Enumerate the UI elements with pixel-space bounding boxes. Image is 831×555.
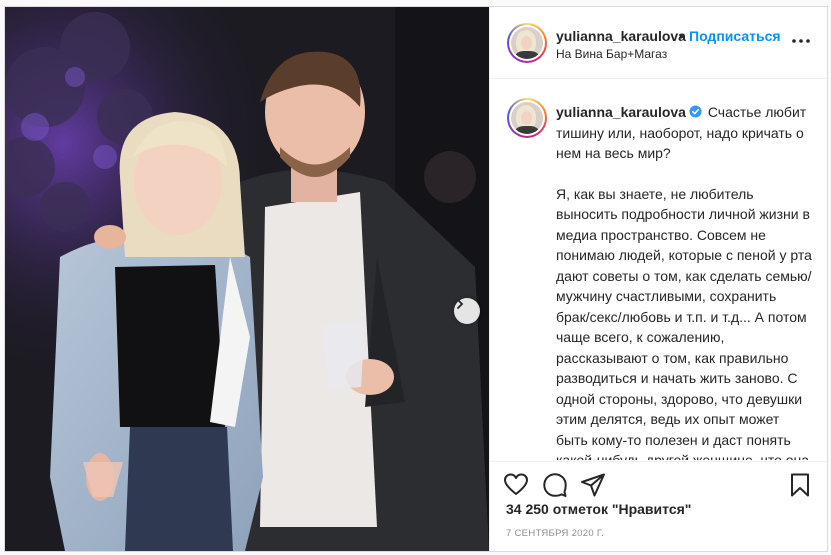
like-heart-icon[interactable] [503, 472, 529, 498]
caption-text: yulianna_karaulova Счастье любит тишину … [556, 102, 812, 460]
verified-badge-icon [689, 105, 702, 118]
more-options-icon[interactable] [790, 31, 812, 51]
save-bookmark-icon[interactable] [787, 472, 813, 498]
chevron-right-icon [457, 299, 464, 309]
post-container: yulianna_karaulova • Подписаться На Вина… [4, 6, 828, 552]
author-avatar[interactable] [507, 23, 547, 63]
share-paper-plane-icon[interactable] [580, 472, 606, 498]
author-username[interactable]: yulianna_karaulova [556, 28, 686, 44]
carousel-next-button[interactable] [454, 298, 480, 324]
caption-author-avatar[interactable] [507, 98, 547, 138]
caption-username[interactable]: yulianna_karaulova [556, 104, 686, 120]
post-photo[interactable] [5, 7, 489, 551]
location-link[interactable]: На Вина Бар+Магаз [556, 47, 667, 61]
post-header: yulianna_karaulova • Подписаться На Вина… [490, 7, 827, 79]
post-side-panel: yulianna_karaulova • Подписаться На Вина… [489, 7, 827, 551]
post-date[interactable]: 7 СЕНТЯБРЯ 2020 Г. [506, 528, 604, 539]
caption-scroll-area[interactable]: yulianna_karaulova Счастье любит тишину … [490, 80, 827, 460]
likes-count[interactable]: 34 250 отметок "Нравится" [506, 501, 691, 517]
separator-dot: • [679, 28, 684, 44]
follow-button[interactable]: Подписаться [689, 28, 781, 44]
photo-image [5, 7, 489, 551]
action-bar [490, 461, 827, 501]
comment-bubble-icon[interactable] [542, 472, 568, 498]
caption-paragraph-2: Я, как вы знаете, не любитель выносить п… [556, 185, 812, 461]
